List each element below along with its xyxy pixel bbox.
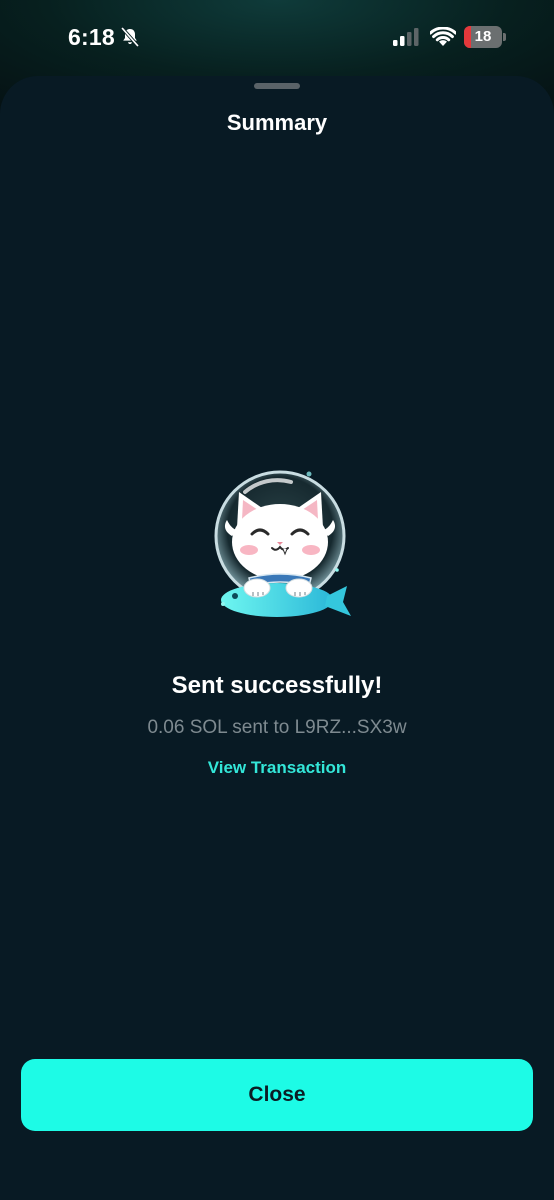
signal-icon	[393, 28, 419, 46]
status-time: 6:18	[68, 24, 115, 50]
astronaut-cat-illustration	[214, 470, 351, 617]
battery-cap	[503, 33, 506, 41]
bell-slash-icon	[120, 27, 140, 47]
close-button[interactable]: Close	[21, 1059, 533, 1131]
status-bar: 6:18 18	[0, 0, 554, 76]
battery-percentage: 18	[474, 28, 492, 45]
success-title: Sent successfully!	[171, 672, 383, 699]
sheet-grabber-handle[interactable]	[254, 83, 300, 89]
view-transaction-link[interactable]: View Transaction	[177, 758, 377, 778]
wifi-icon	[430, 27, 456, 46]
summary-sheet: Summary Sent successfully! 0.06 SOL sent…	[0, 76, 554, 1200]
battery-icon: 18	[464, 26, 506, 48]
battery-body: 18	[464, 26, 502, 48]
sheet-title: Summary	[226, 110, 328, 135]
transfer-detail: 0.06 SOL sent to L9RZ...SX3w	[147, 717, 407, 738]
app-screen: 6:18 18 Summary Sent successfully! 0.06 …	[0, 0, 554, 1200]
